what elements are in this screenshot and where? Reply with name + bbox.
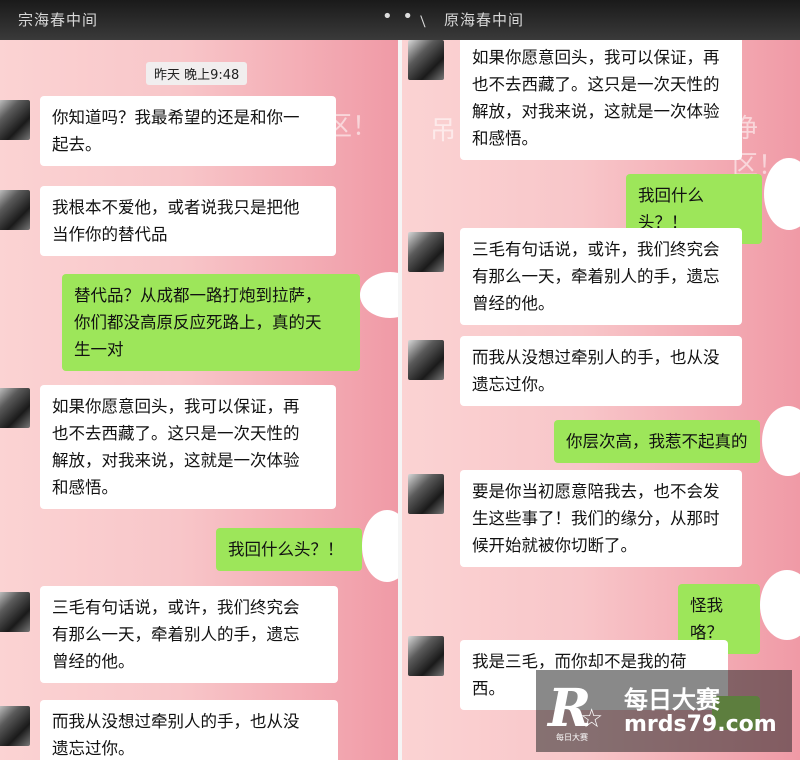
logo-name: 每日大赛 [624,686,720,714]
message-bubble-outgoing: 我回什么头？！ [216,528,362,571]
star-icon: ☆ [580,704,604,734]
cloud-decoration [362,510,398,582]
avatar[interactable] [0,100,30,140]
message-bubble-incoming: 要是你当初愿意陪我去，也不会发 生这些事了！我们的缘分，从那时 候开始就被你切断… [460,470,742,567]
back-arrow-icon[interactable]: ﹨ [414,6,432,32]
avatar[interactable] [0,592,30,632]
avatar[interactable] [0,190,30,230]
avatar[interactable] [408,40,444,80]
chat-title-left: 宗海春中间 [18,11,99,29]
message-bubble-incoming: 而我从没想过牵别人的手，也从没 遗忘过你。 [40,700,338,760]
timestamp: 昨天 晚上9:48 [146,62,248,85]
chat-panel-left: 吊 净区！ 昨天 晚上9:48 你知道吗？我最希望的还是和你一 起去。 我根本不… [0,40,398,760]
message-bubble-outgoing: 你层次高，我惹不起真的 [554,420,760,463]
message-bubble-incoming: 如果你愿意回头，我可以保证，再 也不去西藏了。这只是一次天性的 解放，对我来说，… [460,40,742,160]
logo-small-text: 每日大赛 [556,733,588,742]
more-dots-icon[interactable]: • • [382,6,415,27]
message-bubble-incoming: 如果你愿意回头，我可以保证，再 也不去西藏了。这只是一次天性的 解放，对我来说，… [40,385,336,509]
cloud-decoration [762,406,800,476]
avatar[interactable] [408,340,444,380]
logo-url: mrds79.com [624,712,777,737]
avatar[interactable] [0,706,30,746]
cloud-decoration [760,570,800,640]
message-bubble-incoming: 三毛有句话说，或许，我们终究会 有那么一天，牵着别人的手，遗忘 曾经的他。 [40,586,338,683]
message-bubble-incoming: 我根本不爱他，或者说我只是把他 当作你的替代品 [40,186,336,256]
message-bubble-incoming: 而我从没想过牵别人的手，也从没 遗忘过你。 [460,336,742,406]
message-bubble-incoming: 你知道吗？我最希望的还是和你一 起去。 [40,96,336,166]
message-bubble-incoming: 三毛有句话说，或许，我们终究会 有那么一天，牵着别人的手，遗忘 曾经的他。 [460,228,742,325]
avatar[interactable] [0,388,30,428]
title-bar: 宗海春中间 • • ﹨ 原海春中间 [0,0,800,40]
chat-panel-right: 吊 净区！ 如果你愿意回头，我可以保证，再 也不去西藏了。这只是一次天性的 解放… [402,40,800,760]
chat-title-right: 原海春中间 [444,11,525,29]
cloud-decoration [360,272,398,318]
avatar[interactable] [408,636,444,676]
site-logo: R ☆ 每日大赛 每日大赛 mrds79.com [536,670,792,752]
avatar[interactable] [408,232,444,272]
watermark-text: 吊 [430,116,457,146]
avatar[interactable] [408,474,444,514]
message-bubble-outgoing: 替代品？从成都一路打炮到拉萨， 你们都没高原反应死路上，真的天 生一对 [62,274,360,371]
